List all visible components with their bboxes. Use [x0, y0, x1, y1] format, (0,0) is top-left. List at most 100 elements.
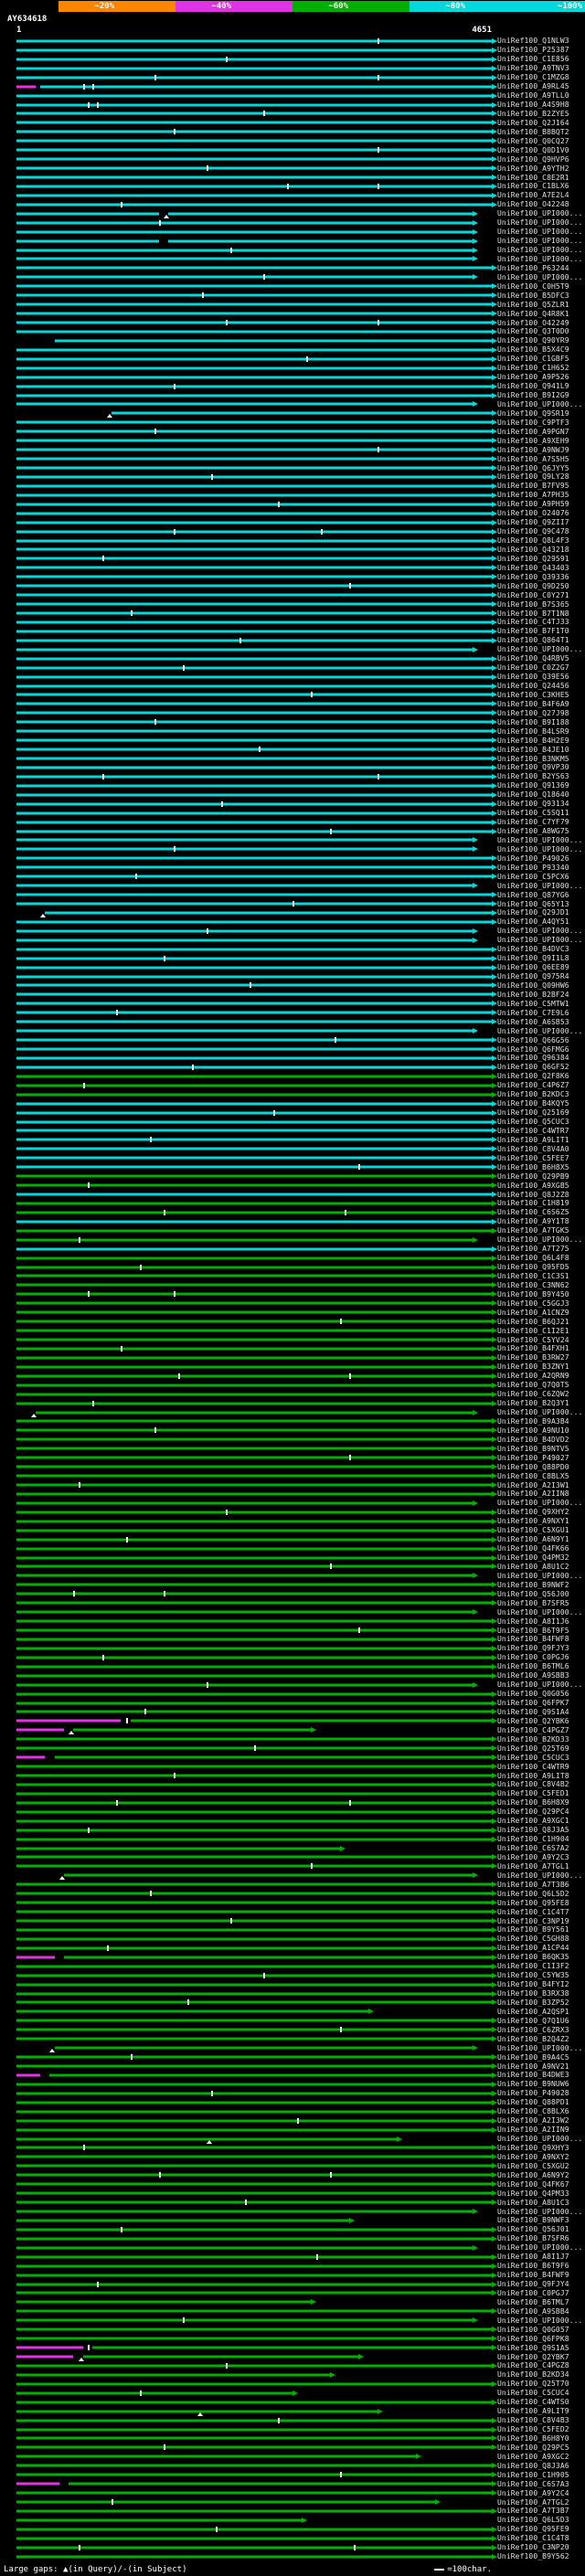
hit-label[interactable]: UniRef100_A2QRN9: [492, 1372, 585, 1381]
hit-label[interactable]: UniRef100_Q9HVP6: [492, 154, 585, 164]
hit-label[interactable]: UniRef100_B7S365: [492, 599, 585, 609]
hit-label[interactable]: UniRef100_Q9I1L8: [492, 954, 585, 963]
hit-label[interactable]: UniRef100_C5FED2: [492, 2425, 585, 2434]
hit-label[interactable]: UniRef100_Q9SR19: [492, 408, 585, 418]
hit-label[interactable]: UniRef100_C5SQ11: [492, 809, 585, 818]
hit-label[interactable]: UniRef100_C3NP20: [492, 2543, 585, 2552]
hit-label[interactable]: UniRef100_C9PTF3: [492, 418, 585, 427]
hit-label[interactable]: UniRef100_Q24456: [492, 682, 585, 691]
hit-label[interactable]: UniRef100_A9Y2C4: [492, 2488, 585, 2497]
hit-label[interactable]: UniRef100_A9LIT1: [492, 1135, 585, 1144]
hit-label[interactable]: UniRef100_A9TLL0: [492, 91, 585, 101]
hit-label[interactable]: UniRef100_C1H819: [492, 1199, 585, 1208]
hit-label[interactable]: UniRef100_P49027: [492, 1453, 585, 1462]
hit-label[interactable]: UniRef100_A6N9Y1: [492, 1535, 585, 1544]
hit-label[interactable]: UniRef100_Q65Y13: [492, 899, 585, 908]
hit-label[interactable]: UniRef100_Q25T69: [492, 1744, 585, 1753]
hit-label[interactable]: UniRef100_O42248: [492, 200, 585, 209]
hit-label[interactable]: UniRef100_Q6GF52: [492, 1063, 585, 1072]
hit-label[interactable]: UniRef100_B9Y561: [492, 1925, 585, 1935]
hit-label[interactable]: UniRef100_A9RL45: [492, 82, 585, 91]
hit-label[interactable]: UniRef100_O24076: [492, 509, 585, 518]
hit-label[interactable]: UniRef100_A9NXY1: [492, 1517, 585, 1526]
hit-label[interactable]: UniRef100_Q56J01: [492, 2225, 585, 2234]
hit-label[interactable]: UniRef100_B4H2E9: [492, 736, 585, 745]
hit-label[interactable]: UniRef100_Q3T0D0: [492, 327, 585, 336]
hit-label[interactable]: UniRef100_C6S6Z5: [492, 1208, 585, 1217]
hit-label[interactable]: UniRef100_UPI000...: [492, 255, 585, 264]
hit-label[interactable]: UniRef100_Q18640: [492, 790, 585, 800]
hit-label[interactable]: UniRef100_C5CUC4: [492, 2389, 585, 2398]
hit-label[interactable]: UniRef100_B3RW27: [492, 1353, 585, 1362]
hit-label[interactable]: UniRef100_A4S9H8: [492, 101, 585, 110]
hit-label[interactable]: UniRef100_C0Y271: [492, 590, 585, 599]
hit-label[interactable]: UniRef100_A9XGC2: [492, 2452, 585, 2461]
hit-label[interactable]: UniRef100_Q864T1: [492, 636, 585, 645]
hit-label[interactable]: UniRef100_A4QY51: [492, 917, 585, 927]
hit-label[interactable]: UniRef100_A7S5H5: [492, 454, 585, 463]
hit-label[interactable]: UniRef100_B2KDC3: [492, 1090, 585, 1099]
hit-label[interactable]: UniRef100_Q4RBV5: [492, 654, 585, 663]
hit-label[interactable]: UniRef100_C5FED1: [492, 1789, 585, 1798]
hit-label[interactable]: UniRef100_UPI000...: [492, 844, 585, 853]
hit-label[interactable]: UniRef100_C7E9L6: [492, 1008, 585, 1017]
hit-label[interactable]: UniRef100_Q2F8K6: [492, 1072, 585, 1081]
hit-label[interactable]: UniRef100_C1I2E1: [492, 1326, 585, 1335]
hit-label[interactable]: UniRef100_A9PGN7: [492, 427, 585, 436]
hit-label[interactable]: UniRef100_UPI000...: [492, 246, 585, 255]
hit-label[interactable]: UniRef100_C5YW35: [492, 1971, 585, 1980]
hit-label[interactable]: UniRef100_A9NV21: [492, 2062, 585, 2071]
hit-label[interactable]: UniRef100_C8BLX5: [492, 1471, 585, 1480]
hit-label[interactable]: UniRef100_UPI000...: [492, 1571, 585, 1580]
hit-label[interactable]: UniRef100_Q56J00: [492, 1589, 585, 1598]
hit-label[interactable]: UniRef100_A2I3W1: [492, 1480, 585, 1489]
hit-label[interactable]: UniRef100_Q2YBK6: [492, 1716, 585, 1725]
hit-label[interactable]: UniRef100_Q5CUC3: [492, 1118, 585, 1127]
hit-label[interactable]: UniRef100_A9LIT8: [492, 1771, 585, 1780]
hit-label[interactable]: UniRef100_Q91369: [492, 781, 585, 790]
hit-label[interactable]: UniRef100_Q1NLW3: [492, 37, 585, 46]
hit-label[interactable]: UniRef100_O42249: [492, 318, 585, 327]
hit-label[interactable]: UniRef100_B3ZP52: [492, 1998, 585, 2008]
hit-label[interactable]: UniRef100_A9P526: [492, 373, 585, 382]
hit-label[interactable]: UniRef100_A9Y1T8: [492, 1217, 585, 1226]
hit-label[interactable]: UniRef100_UPI000...: [492, 228, 585, 237]
hit-label[interactable]: UniRef100_Q09HW6: [492, 981, 585, 991]
hit-label[interactable]: UniRef100_B4FXH1: [492, 1344, 585, 1353]
hit-label[interactable]: UniRef100_B2BF24: [492, 990, 585, 999]
hit-label[interactable]: UniRef100_Q9S1A4: [492, 1708, 585, 1717]
hit-label[interactable]: UniRef100_C8V4A0: [492, 1144, 585, 1153]
hit-label[interactable]: UniRef100_A7T3B6: [492, 1880, 585, 1889]
hit-label[interactable]: UniRef100_C8V4B3: [492, 2416, 585, 2425]
hit-label[interactable]: UniRef100_Q95FD5: [492, 1263, 585, 1272]
hit-label[interactable]: UniRef100_A2IIN9: [492, 2125, 585, 2135]
hit-label[interactable]: UniRef100_C3NN62: [492, 1280, 585, 1289]
hit-label[interactable]: UniRef100_A7TGK5: [492, 1226, 585, 1235]
hit-label[interactable]: UniRef100_A9NU10: [492, 1426, 585, 1435]
hit-label[interactable]: UniRef100_Q2J164: [492, 118, 585, 127]
hit-label[interactable]: UniRef100_Q6FPK7: [492, 1699, 585, 1708]
hit-label[interactable]: UniRef100_UPI000...: [492, 1680, 585, 1690]
hit-label[interactable]: UniRef100_A7TGL1: [492, 1861, 585, 1871]
hit-label[interactable]: UniRef100_B4KQY5: [492, 1099, 585, 1108]
hit-label[interactable]: UniRef100_B9NWF2: [492, 1580, 585, 1589]
hit-label[interactable]: UniRef100_Q6JYY5: [492, 463, 585, 472]
hit-label[interactable]: UniRef100_B2KD34: [492, 2370, 585, 2380]
hit-label[interactable]: UniRef100_C1C3S1: [492, 1272, 585, 1281]
hit-label[interactable]: UniRef100_P93340: [492, 863, 585, 872]
hit-label[interactable]: UniRef100_A9SBB4: [492, 2306, 585, 2316]
hit-label[interactable]: UniRef100_B4FWF8: [492, 1635, 585, 1644]
hit-label[interactable]: UniRef100_B2KD33: [492, 1734, 585, 1744]
hit-label[interactable]: UniRef100_P25387: [492, 46, 585, 55]
hit-label[interactable]: UniRef100_C6S7A2: [492, 1844, 585, 1853]
hit-label[interactable]: UniRef100_C6ZRX3: [492, 2025, 585, 2034]
hit-label[interactable]: UniRef100_B4FYI2: [492, 1980, 585, 1989]
hit-label[interactable]: UniRef100_C5CUC3: [492, 1753, 585, 1762]
hit-label[interactable]: UniRef100_C5GH88: [492, 1935, 585, 1944]
hit-label[interactable]: UniRef100_C0PGJ7: [492, 2289, 585, 2298]
hit-label[interactable]: UniRef100_A9XEH9: [492, 436, 585, 445]
hit-label[interactable]: UniRef100_B3NKM5: [492, 754, 585, 763]
hit-label[interactable]: UniRef100_B7FV95: [492, 482, 585, 491]
hit-label[interactable]: UniRef100_UPI000...: [492, 272, 585, 281]
hit-label[interactable]: UniRef100_Q9LY28: [492, 472, 585, 482]
